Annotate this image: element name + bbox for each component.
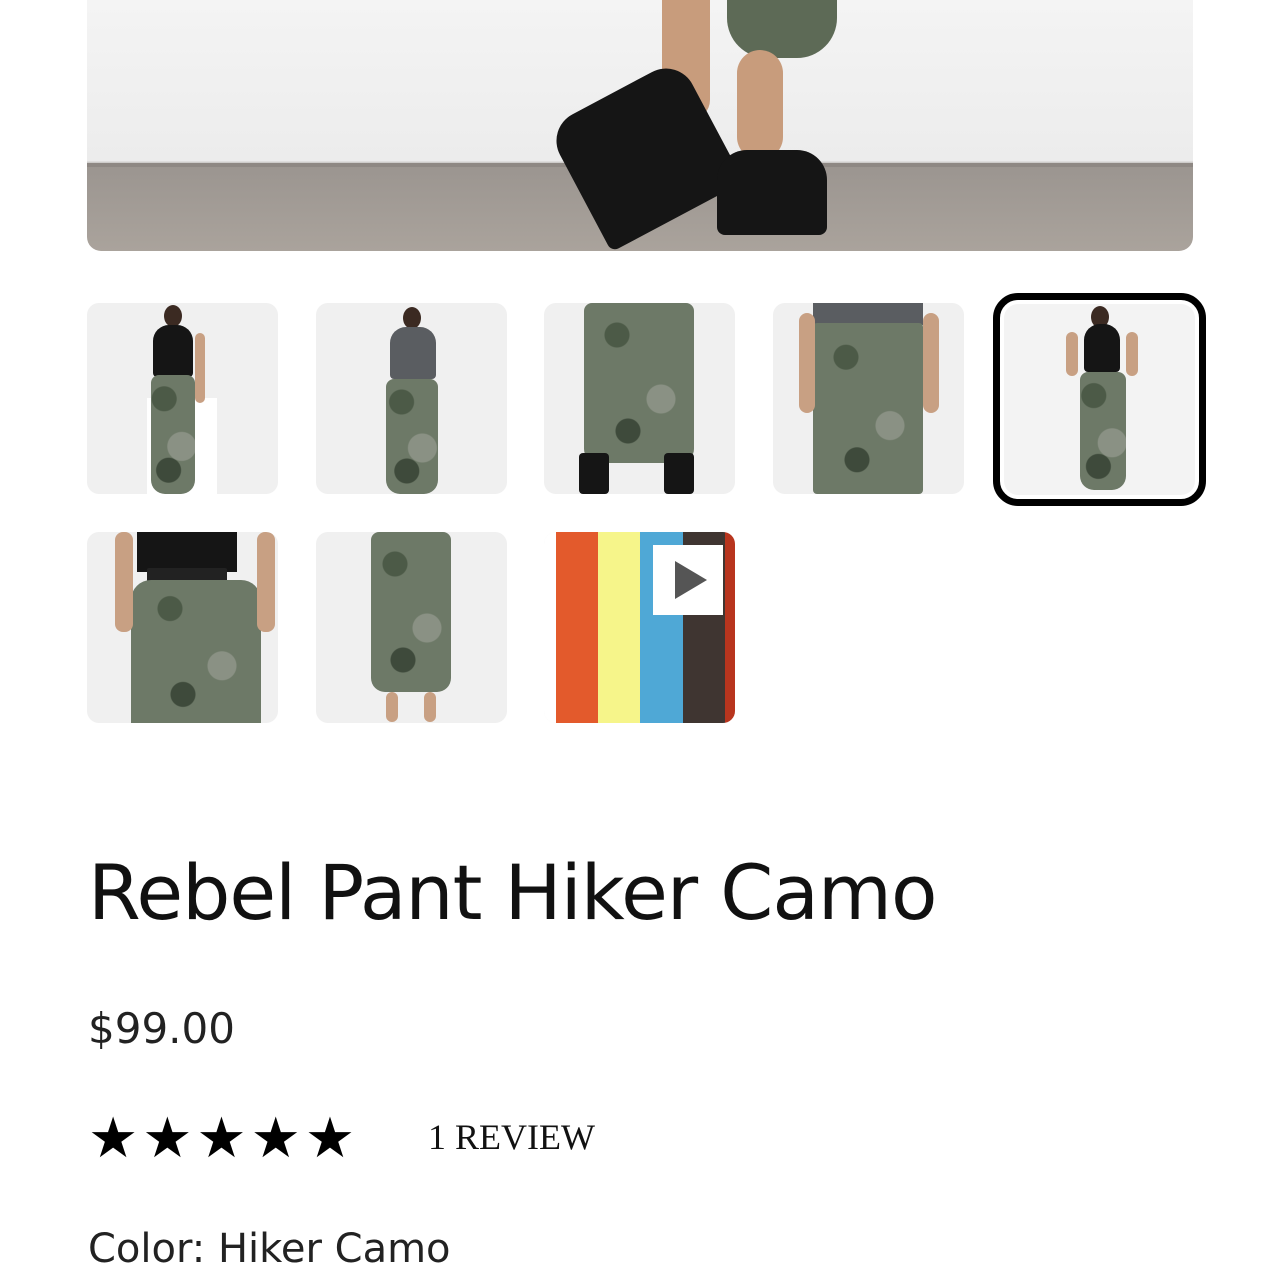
model-arm <box>799 313 815 413</box>
play-icon <box>675 561 707 599</box>
color-value: Hiker Camo <box>217 1226 451 1272</box>
model-arm <box>195 333 205 403</box>
main-product-image[interactable] <box>87 0 1193 251</box>
leg-right <box>737 50 783 160</box>
model-arm <box>1066 332 1078 376</box>
model-arm <box>115 532 133 632</box>
thumbnail-4[interactable] <box>773 303 964 494</box>
stripe <box>556 532 598 723</box>
model-pants <box>813 323 923 494</box>
product-price: $99.00 <box>88 1004 235 1053</box>
star-icon: ★ <box>304 1106 356 1171</box>
model-arm <box>923 313 939 413</box>
stripe <box>544 532 556 723</box>
thumbnail-6[interactable] <box>87 532 278 723</box>
star-icon: ★ <box>250 1106 301 1171</box>
model-pants <box>371 532 451 692</box>
star-icon: ★ <box>88 1106 139 1171</box>
play-button[interactable] <box>653 545 723 615</box>
star-rating[interactable]: ★ ★ ★ ★ ★ <box>88 1108 355 1170</box>
model-pants <box>131 580 261 723</box>
model-top <box>153 325 193 377</box>
stripe <box>725 532 735 723</box>
model-leg <box>386 692 398 722</box>
thumbnail-7[interactable] <box>316 532 507 723</box>
thumbnail-3[interactable] <box>544 303 735 494</box>
thumbnail-2[interactable] <box>316 303 507 494</box>
product-title: Rebel Pant Hiker Camo <box>88 848 937 937</box>
boot-right <box>664 453 694 494</box>
model-leg <box>424 692 436 722</box>
model-head <box>403 307 421 329</box>
model-arm <box>1126 332 1138 376</box>
sandal-right <box>717 150 827 235</box>
thumbnail-1[interactable] <box>87 303 278 494</box>
model-top <box>390 327 436 379</box>
boot-left <box>579 453 609 494</box>
color-selection: Color: Hiker Camo <box>88 1226 451 1272</box>
sandal-left <box>545 57 745 251</box>
model-pants <box>1080 372 1126 490</box>
model-pants <box>151 375 195 494</box>
model-top <box>1084 324 1120 372</box>
color-label: Color: <box>88 1226 206 1272</box>
model-arm <box>257 532 275 632</box>
model-pants <box>386 379 438 494</box>
thumbnail-5-selected[interactable] <box>993 293 1206 506</box>
star-icon: ★ <box>142 1106 193 1171</box>
reviews-link[interactable]: 1 REVIEW <box>428 1116 595 1158</box>
star-icon: ★ <box>196 1106 247 1171</box>
model-top <box>813 303 923 325</box>
model-head <box>164 305 182 327</box>
model-top <box>137 532 237 572</box>
model-pants <box>584 303 694 463</box>
video-thumbnail[interactable] <box>544 532 735 723</box>
pant-hem <box>727 0 837 58</box>
stripe <box>598 532 640 723</box>
